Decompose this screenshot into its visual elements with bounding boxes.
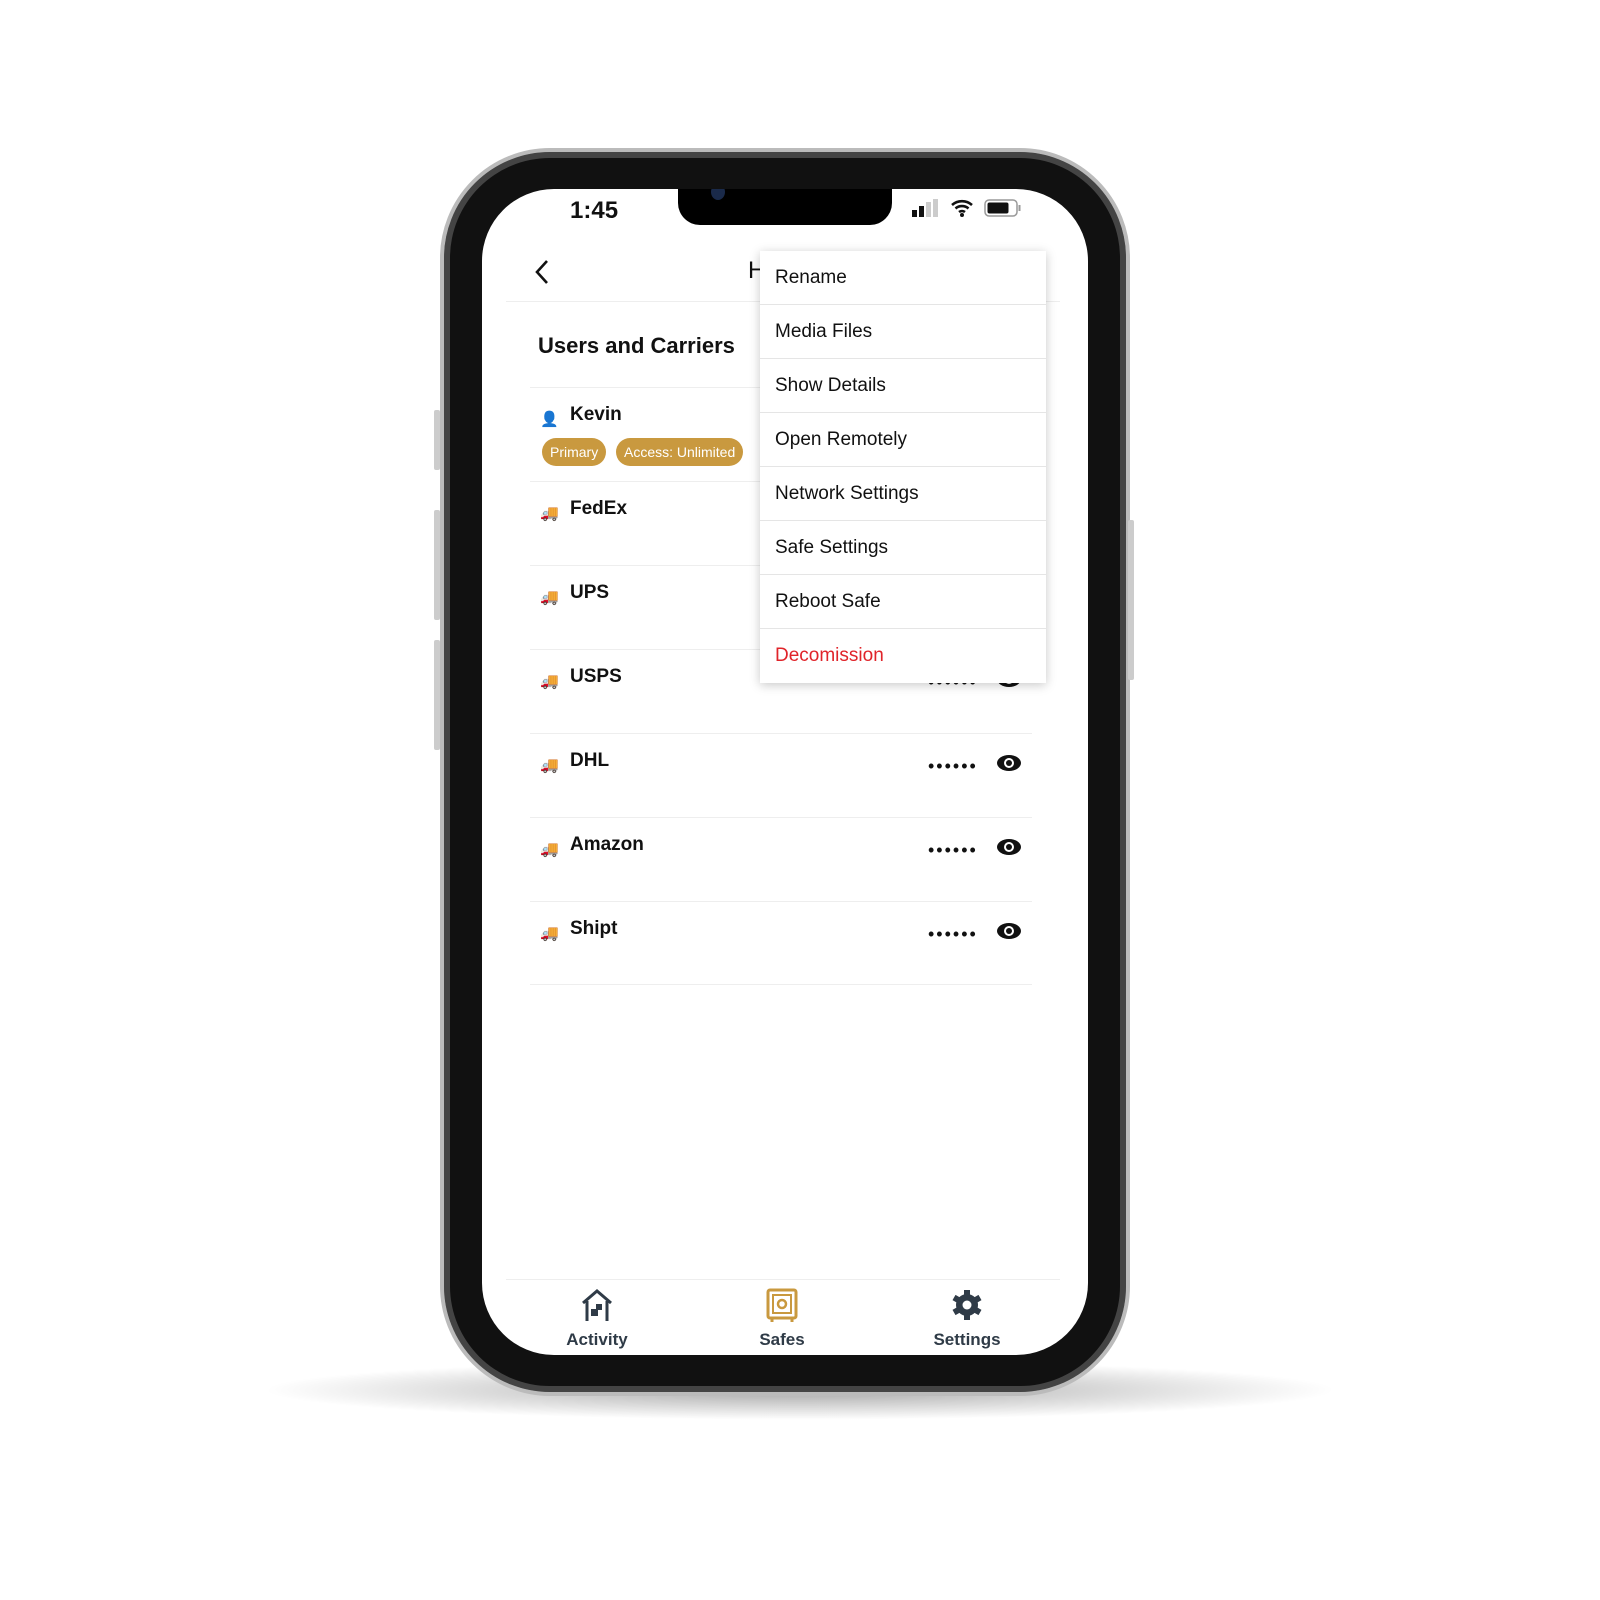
context-menu: Rename Media Files Show Details Open Rem…: [760, 251, 1046, 683]
gear-icon: [952, 1290, 982, 1320]
person-icon: 👤: [540, 411, 559, 428]
menu-open-remotely[interactable]: Open Remotely: [760, 413, 1046, 467]
eye-icon[interactable]: [996, 754, 1022, 772]
notch: [678, 189, 892, 225]
signal-icon: [912, 199, 938, 217]
battery-icon: [984, 199, 1021, 217]
carrier-name: UPS: [570, 582, 610, 603]
status-time: 1:45: [570, 197, 619, 224]
screen: 1:45 H Users and Carriers 👤 Kevin Primar…: [482, 189, 1088, 1355]
carrier-name: Amazon: [570, 834, 644, 855]
tab-safes[interactable]: Safes: [722, 1287, 842, 1350]
side-button: [434, 510, 440, 620]
carrier-row[interactable]: 🚚 Shipt ••••••: [530, 901, 1032, 985]
hidden-code: ••••••: [928, 924, 978, 944]
camera: [711, 189, 725, 200]
menu-safe-settings[interactable]: Safe Settings: [760, 521, 1046, 575]
status-icons: [912, 199, 1022, 217]
carrier-row[interactable]: 🚚 Amazon ••••••: [530, 817, 1032, 901]
carrier-name: USPS: [570, 666, 622, 687]
menu-reboot-safe[interactable]: Reboot Safe: [760, 575, 1046, 629]
chevron-left-icon: [535, 260, 548, 284]
access-badge: Access: Unlimited: [616, 438, 744, 466]
carrier-name: Shipt: [570, 918, 618, 939]
house-icon: [582, 1289, 612, 1321]
tab-label: Settings: [933, 1330, 1001, 1349]
carrier-name: DHL: [570, 750, 610, 771]
carrier-row[interactable]: 🚚 DHL ••••••: [530, 733, 1032, 817]
wifi-icon: [951, 199, 973, 217]
truck-icon: 🚚: [540, 841, 559, 858]
tab-label: Safes: [759, 1330, 805, 1349]
truck-icon: 🚚: [540, 589, 559, 606]
truck-icon: 🚚: [540, 673, 559, 690]
menu-decomission[interactable]: Decomission: [760, 629, 1046, 683]
eye-icon[interactable]: [996, 922, 1022, 940]
back-button[interactable]: [532, 257, 552, 295]
tab-bar-divider: [506, 1279, 1060, 1280]
carrier-name: FedEx: [570, 498, 628, 519]
side-button: [434, 640, 440, 750]
tab-label: Activity: [566, 1330, 628, 1349]
truck-icon: 🚚: [540, 505, 559, 522]
eye-icon[interactable]: [996, 838, 1022, 856]
power-button: [1128, 520, 1134, 680]
menu-network-settings[interactable]: Network Settings: [760, 467, 1046, 521]
truck-icon: 🚚: [540, 757, 559, 774]
truck-icon: 🚚: [540, 925, 559, 942]
user-name: Kevin: [570, 404, 622, 425]
hidden-code: ••••••: [928, 840, 978, 860]
menu-rename[interactable]: Rename: [760, 251, 1046, 305]
primary-badge: Primary: [542, 438, 607, 466]
side-button: [434, 410, 440, 470]
tab-activity[interactable]: Activity: [537, 1287, 657, 1350]
section-title: Users and Carriers: [538, 333, 735, 358]
hidden-code: ••••••: [928, 756, 978, 776]
tab-settings[interactable]: Settings: [907, 1287, 1027, 1350]
menu-media-files[interactable]: Media Files: [760, 305, 1046, 359]
menu-show-details[interactable]: Show Details: [760, 359, 1046, 413]
safe-icon: [766, 1288, 798, 1322]
